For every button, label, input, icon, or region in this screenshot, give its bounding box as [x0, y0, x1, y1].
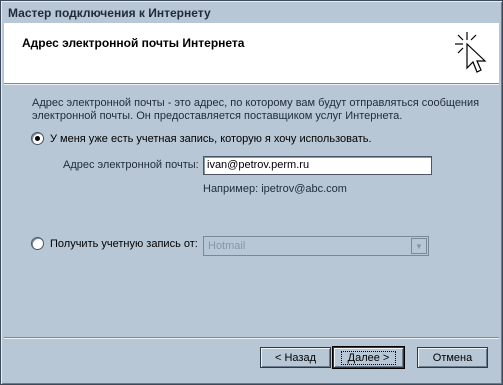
- new-account-radio[interactable]: Получить учетную запись от:: [31, 237, 198, 250]
- new-account-label: Получить учетную запись от:: [50, 237, 198, 250]
- next-button-label: Далее >: [340, 350, 397, 365]
- radio-button[interactable]: [31, 237, 44, 250]
- back-button-label: < Назад: [275, 351, 316, 364]
- provider-select[interactable]: Hotmail ▼: [203, 236, 429, 256]
- header-divider-highlight: [4, 84, 499, 85]
- provider-value: Hotmail: [208, 240, 246, 252]
- email-input[interactable]: ivan@petrov.perm.ru: [203, 156, 432, 175]
- window-title: Мастер подключения к Интернету: [8, 6, 211, 20]
- example-text: Например: ipetrov@abc.com: [203, 183, 347, 195]
- radio-button[interactable]: [31, 132, 44, 145]
- cancel-button-label: Отмена: [432, 351, 473, 364]
- sparkle-cursor-icon: [455, 32, 487, 73]
- back-button[interactable]: < Назад: [260, 347, 331, 368]
- existing-account-radio[interactable]: У меня уже есть учетная запись, которую …: [31, 132, 372, 145]
- description-text: Адрес электронной почты - это адрес, по …: [32, 97, 480, 122]
- chevron-down-icon[interactable]: ▼: [411, 238, 427, 254]
- cancel-button[interactable]: Отмена: [417, 347, 488, 368]
- title-bar[interactable]: Мастер подключения к Интернету: [4, 4, 499, 22]
- wizard-header: Адрес электронной почты Интернета: [4, 23, 499, 83]
- page-title: Адрес электронной почты Интернета: [22, 36, 245, 50]
- existing-account-label: У меня уже есть учетная запись, которую …: [50, 132, 372, 145]
- footer-divider-highlight: [4, 338, 499, 339]
- email-label: Адрес электронной почты:: [63, 159, 199, 171]
- next-button[interactable]: Далее >: [332, 346, 405, 369]
- wizard-window: Мастер подключения к Интернету Адрес эле…: [0, 0, 503, 385]
